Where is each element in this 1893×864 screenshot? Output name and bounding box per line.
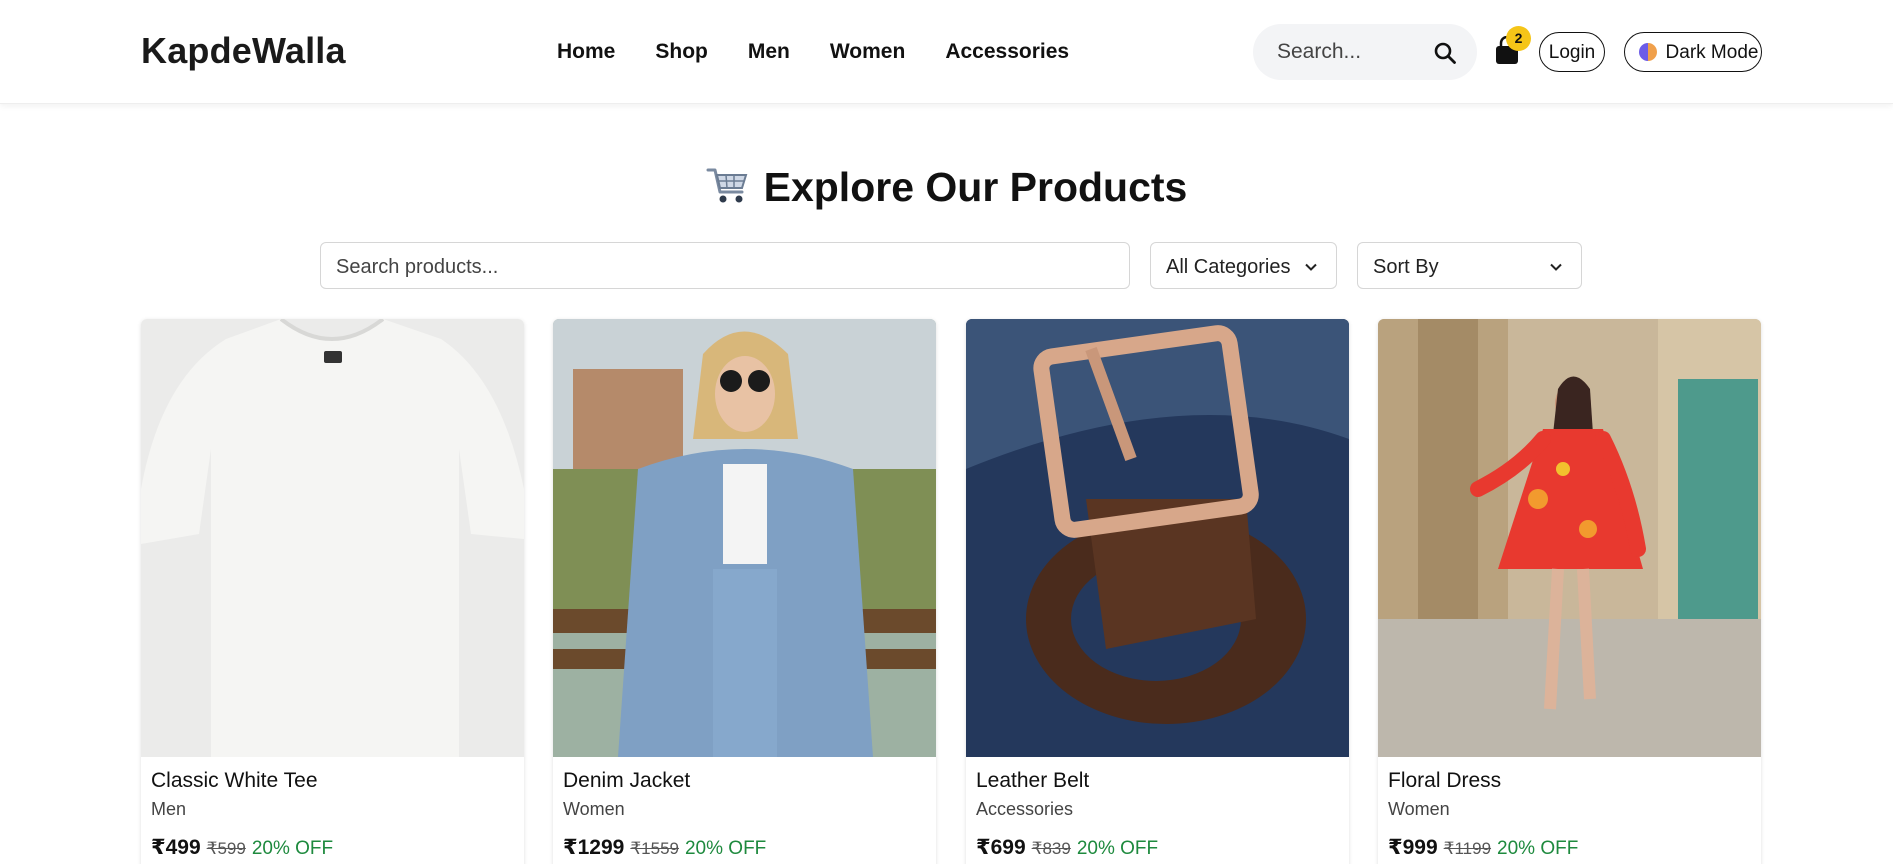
product-name[interactable]: Floral Dress [1388, 769, 1501, 793]
login-button[interactable]: Login [1539, 32, 1605, 72]
main-nav: Home Shop Men Women Accessories [557, 40, 1109, 64]
product-old-price: ₹1559 [630, 839, 679, 858]
product-category: Women [563, 799, 625, 819]
chevron-down-icon [1550, 263, 1562, 271]
nav-shop[interactable]: Shop [655, 40, 708, 64]
product-discount: 20% OFF [1497, 838, 1579, 859]
chevron-down-icon [1305, 263, 1317, 271]
product-image-floral-dress[interactable] [1378, 319, 1761, 757]
shopping-cart-icon [706, 168, 747, 203]
nav-men[interactable]: Men [748, 40, 790, 64]
nav-accessories[interactable]: Accessories [945, 40, 1069, 64]
product-image-leather-belt[interactable] [966, 319, 1349, 757]
product-image-denim-jacket[interactable] [553, 319, 936, 757]
header-search-input[interactable]: Search... [1253, 24, 1477, 80]
nav-women[interactable]: Women [830, 40, 905, 64]
product-old-price: ₹1199 [1443, 839, 1492, 858]
product-price-row: ₹699 ₹839 20% OFF [976, 835, 1158, 860]
product-card[interactable]: Denim Jacket Women ₹1299 ₹1559 20% OFF [553, 319, 936, 864]
product-price: ₹999 [1388, 836, 1438, 859]
product-price-row: ₹999 ₹1199 20% OFF [1388, 835, 1578, 860]
product-price: ₹699 [976, 836, 1026, 859]
product-name[interactable]: Denim Jacket [563, 769, 690, 793]
site-header: KapdeWalla Home Shop Men Women Accessori… [0, 0, 1893, 104]
product-search-input[interactable]: Search products... [320, 242, 1130, 289]
product-price-row: ₹1299 ₹1559 20% OFF [563, 835, 766, 860]
sort-select-value: Sort By [1373, 256, 1439, 278]
product-old-price: ₹599 [206, 839, 246, 858]
page-title: Explore Our Products [0, 164, 1893, 211]
product-name[interactable]: Leather Belt [976, 769, 1089, 793]
category-select[interactable]: All Categories [1150, 242, 1337, 289]
header-search-placeholder: Search... [1277, 40, 1362, 63]
product-discount: 20% OFF [1076, 838, 1159, 859]
product-category: Accessories [976, 799, 1074, 819]
category-select-value: All Categories [1166, 256, 1291, 278]
product-old-price: ₹839 [1031, 839, 1071, 858]
product-price: ₹1299 [563, 836, 625, 859]
nav-home[interactable]: Home [557, 40, 615, 64]
product-name[interactable]: Classic White Tee [151, 769, 318, 793]
dark-mode-toggle[interactable]: Dark Mode [1624, 32, 1762, 72]
product-image-white-tee[interactable] [141, 319, 524, 757]
product-discount: 20% OFF [251, 838, 334, 859]
product-card[interactable]: Floral Dress Women ₹999 ₹1199 20% OFF [1378, 319, 1761, 864]
dark-mode-label: Dark Mode [1665, 41, 1759, 63]
moon-icon [1639, 43, 1657, 61]
search-icon[interactable] [1433, 41, 1457, 65]
page-title-text: Explore Our Products [763, 164, 1188, 210]
product-search-placeholder: Search products... [336, 256, 499, 278]
cart-count-badge: 2 [1506, 26, 1531, 51]
product-card[interactable]: Leather Belt Accessories ₹699 ₹839 20% OFF [966, 319, 1349, 864]
product-category: Men [151, 799, 187, 819]
product-price-row: ₹499 ₹599 20% OFF [151, 835, 333, 860]
product-card[interactable]: Classic White Tee Men ₹499 ₹599 20% OFF [141, 319, 524, 864]
product-discount: 20% OFF [684, 838, 767, 859]
site-logo[interactable]: KapdeWalla [141, 30, 346, 72]
product-category: Women [1388, 799, 1450, 819]
sort-select[interactable]: Sort By [1357, 242, 1582, 289]
product-price: ₹499 [151, 836, 201, 859]
